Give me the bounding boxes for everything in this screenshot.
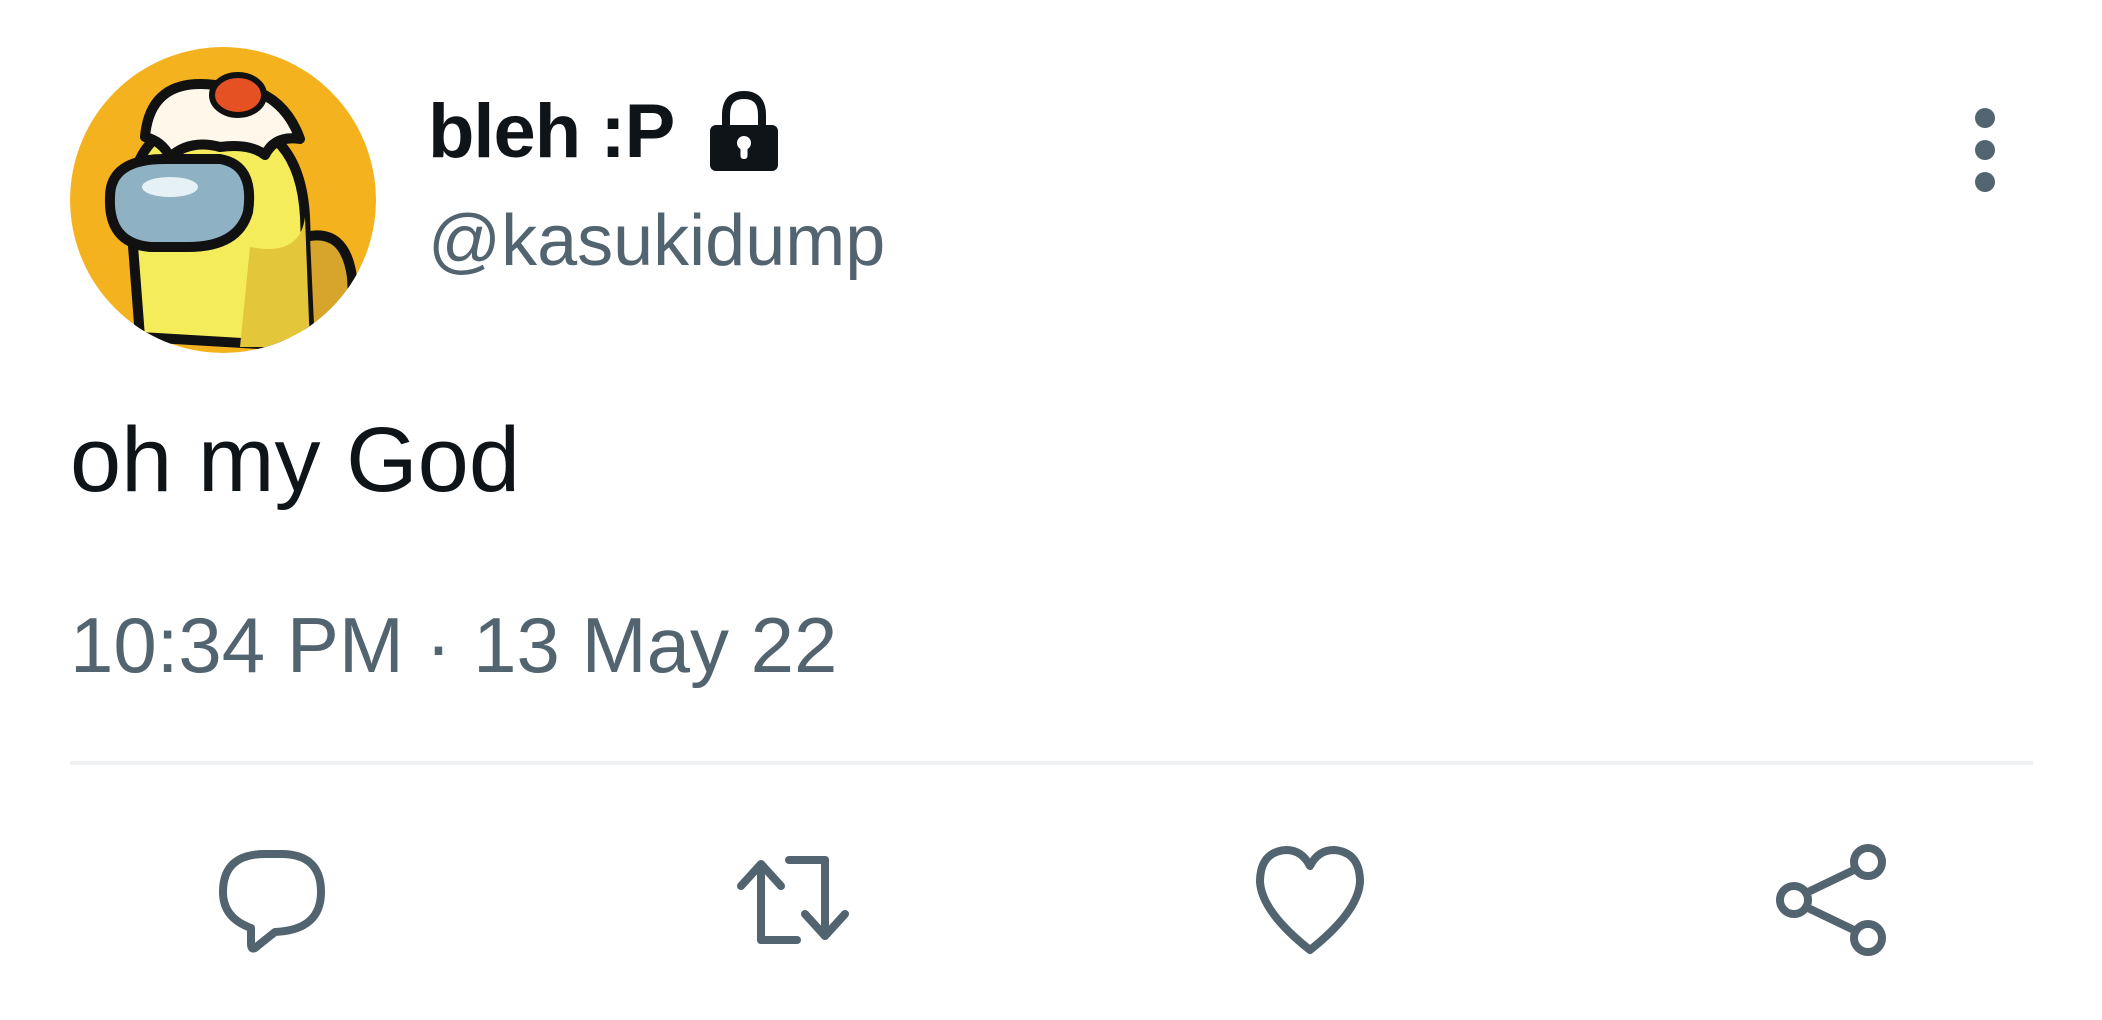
retweet-button[interactable] (733, 840, 853, 960)
reply-icon (219, 850, 325, 953)
reply-button[interactable] (213, 840, 333, 960)
heart-icon (1256, 846, 1364, 954)
avatar[interactable] (70, 47, 376, 353)
more-options-button[interactable] (1955, 100, 2015, 200)
more-vertical-icon (1975, 108, 1995, 192)
author-name-row: bleh :P (428, 86, 788, 176)
tweet-card: bleh :P @kasukidump oh my God 10:34 PM ·… (0, 0, 2102, 1020)
lock-icon (710, 90, 779, 171)
share-icon (1776, 844, 1886, 956)
divider (70, 761, 2033, 765)
author-handle[interactable]: @kasukidump (428, 200, 885, 282)
tweet-text: oh my God (70, 409, 520, 511)
avatar-image (70, 47, 376, 353)
tweet-timestamp[interactable]: 10:34 PM · 13 May 22 (70, 600, 837, 691)
retweet-icon (737, 856, 849, 944)
share-button[interactable] (1772, 840, 1892, 960)
like-button[interactable] (1250, 840, 1370, 960)
display-name[interactable]: bleh :P (428, 88, 675, 175)
